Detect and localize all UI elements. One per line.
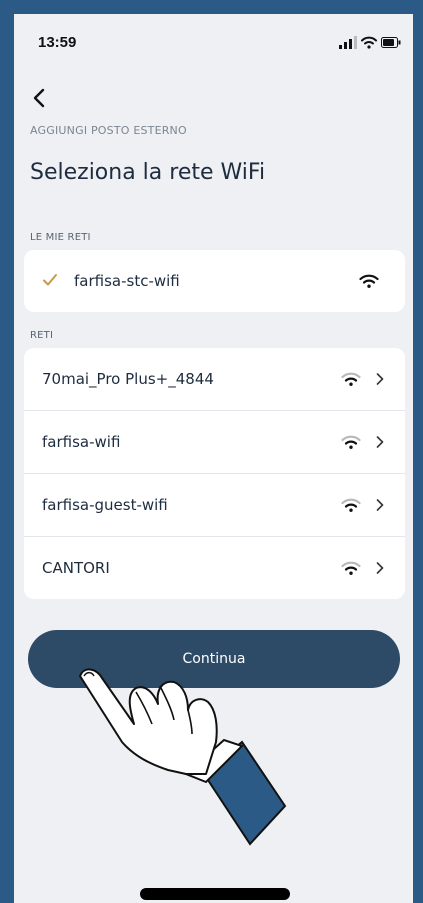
status-bar: 13:59: [14, 14, 413, 74]
chevron-right-icon: [376, 436, 384, 448]
network-ssid: CANTORI: [42, 559, 110, 577]
signal-icon: [339, 36, 357, 49]
section-label-networks: RETI: [30, 330, 54, 341]
back-chevron-icon[interactable]: [28, 86, 52, 110]
breadcrumb: AGGIUNGI POSTO ESTERNO: [30, 124, 187, 137]
wifi-icon: [341, 498, 361, 512]
chevron-right-icon: [376, 499, 384, 511]
checkmark-icon: [43, 274, 57, 286]
my-networks-card: farfisa-stc-wifi: [24, 250, 405, 312]
wifi-status-icon: [361, 36, 377, 49]
network-ssid: farfisa-stc-wifi: [74, 272, 180, 290]
wifi-icon: [341, 561, 361, 575]
network-row[interactable]: 70mai_Pro Plus+_4844: [24, 348, 405, 411]
status-icons: [339, 36, 401, 50]
network-ssid: farfisa-guest-wifi: [42, 496, 168, 514]
battery-icon: [381, 37, 401, 48]
network-ssid: farfisa-wifi: [42, 433, 121, 451]
wifi-icon: [341, 435, 361, 449]
network-row[interactable]: farfisa-wifi: [24, 411, 405, 474]
network-row[interactable]: farfisa-guest-wifi: [24, 474, 405, 537]
network-row-saved[interactable]: farfisa-stc-wifi: [24, 250, 405, 312]
networks-card: 70mai_Pro Plus+_4844 farfisa-wifi farfis: [24, 348, 405, 599]
network-ssid: 70mai_Pro Plus+_4844: [42, 370, 214, 388]
phone-screen: 13:59 AGGIUNGI POSTO ESTERNO Seleziona l…: [14, 14, 413, 903]
section-label-my-networks: LE MIE RETI: [30, 232, 91, 243]
chevron-right-icon: [376, 562, 384, 574]
home-indicator: [140, 888, 290, 900]
wifi-icon: [359, 274, 379, 288]
network-row[interactable]: CANTORI: [24, 537, 405, 599]
pointing-hand-icon: [79, 668, 287, 846]
wifi-icon: [341, 372, 361, 386]
chevron-right-icon: [376, 373, 384, 385]
status-time: 13:59: [38, 34, 77, 51]
page-title: Seleziona la rete WiFi: [30, 160, 266, 185]
